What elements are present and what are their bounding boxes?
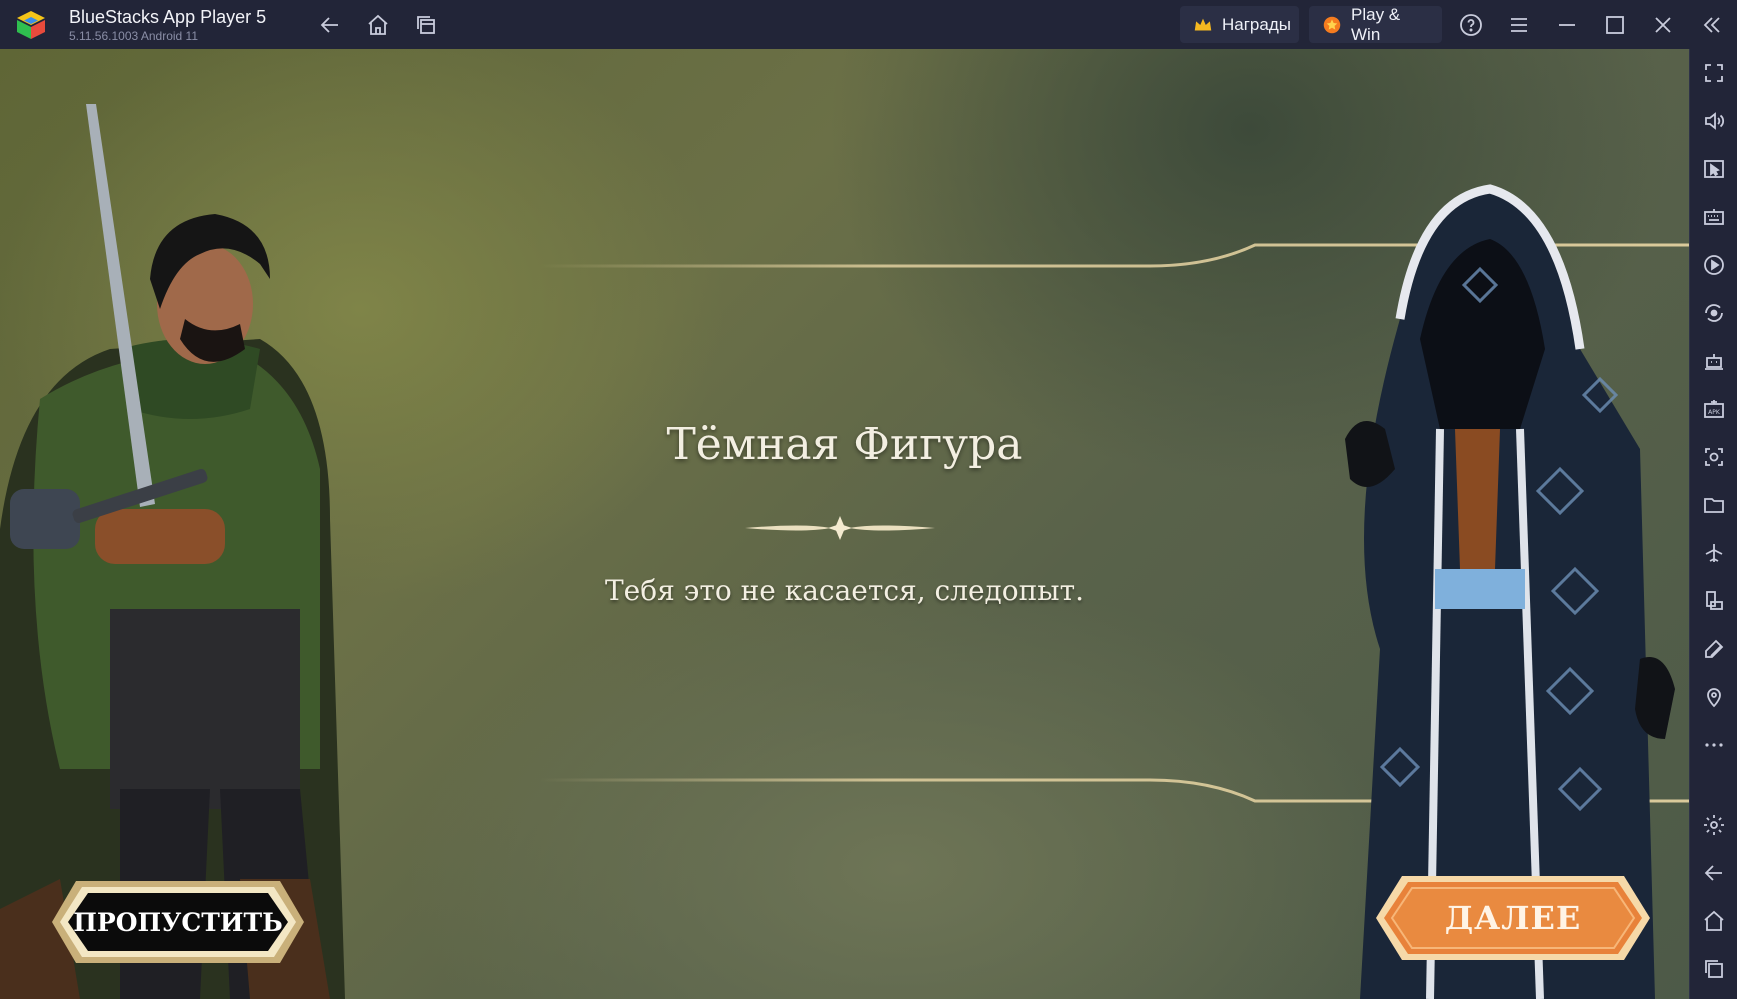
minimize-icon[interactable] xyxy=(1554,12,1580,38)
more-icon[interactable] xyxy=(1701,732,1727,758)
home-icon[interactable] xyxy=(365,12,391,38)
skip-button[interactable]: ПРОПУСТИТЬ xyxy=(48,877,308,967)
android-back-icon[interactable] xyxy=(1701,860,1727,886)
volume-icon[interactable] xyxy=(1701,108,1727,134)
location-icon[interactable] xyxy=(1701,684,1727,710)
app-version: 5.11.56.1003 Android 11 xyxy=(69,29,198,43)
screenshot-icon[interactable] xyxy=(1701,444,1727,470)
menu-icon[interactable] xyxy=(1506,12,1532,38)
resize-icon[interactable] xyxy=(1701,588,1727,614)
fullscreen-icon[interactable] xyxy=(1701,60,1727,86)
game-viewport[interactable]: Тёмная Фигура Тебя это не касается, след… xyxy=(0,49,1689,999)
skip-button-label: ПРОПУСТИТЬ xyxy=(73,907,283,937)
ornament-divider-icon xyxy=(745,516,935,540)
install-apk-icon[interactable]: APK xyxy=(1701,396,1727,422)
close-icon[interactable] xyxy=(1650,12,1676,38)
multi-instance-icon[interactable] xyxy=(413,12,439,38)
speaker-name: Тёмная Фигура xyxy=(666,419,1023,470)
keyboard-icon[interactable] xyxy=(1701,204,1727,230)
next-button-label: ДАЛЕЕ xyxy=(1444,899,1582,937)
bot-icon[interactable] xyxy=(1701,348,1727,374)
play-win-badge-icon xyxy=(1321,14,1343,36)
crown-icon xyxy=(1192,14,1214,36)
rewards-button[interactable]: Награды xyxy=(1180,6,1299,43)
eco-mode-icon[interactable] xyxy=(1701,636,1727,662)
back-icon[interactable] xyxy=(317,12,343,38)
bluestacks-logo-icon xyxy=(14,8,48,42)
next-button[interactable]: ДАЛЕЕ xyxy=(1372,872,1654,964)
title-bar: BlueStacks App Player 5 5.11.56.1003 And… xyxy=(0,0,1737,50)
help-icon[interactable] xyxy=(1458,12,1484,38)
airplane-mode-icon[interactable] xyxy=(1701,540,1727,566)
android-home-icon[interactable] xyxy=(1701,908,1727,934)
app-title: BlueStacks App Player 5 xyxy=(69,7,267,27)
macro-play-icon[interactable] xyxy=(1701,252,1727,278)
rewards-label: Награды xyxy=(1222,14,1291,34)
dialog-line: Тебя это не касается, следопыт. xyxy=(605,574,1084,607)
collapse-sidebar-icon[interactable] xyxy=(1699,12,1725,38)
svg-text:APK: APK xyxy=(1708,409,1721,416)
android-recents-icon[interactable] xyxy=(1701,956,1727,982)
rotate-sync-icon[interactable] xyxy=(1701,300,1727,326)
play-and-win-button[interactable]: Play & Win xyxy=(1309,4,1442,44)
emulator-sidebar: APK xyxy=(1689,49,1737,999)
folder-icon[interactable] xyxy=(1701,492,1727,518)
maximize-icon[interactable] xyxy=(1602,12,1628,38)
settings-icon[interactable] xyxy=(1701,812,1727,838)
play-win-label: Play & Win xyxy=(1351,4,1401,44)
media-icon[interactable] xyxy=(1701,156,1727,182)
